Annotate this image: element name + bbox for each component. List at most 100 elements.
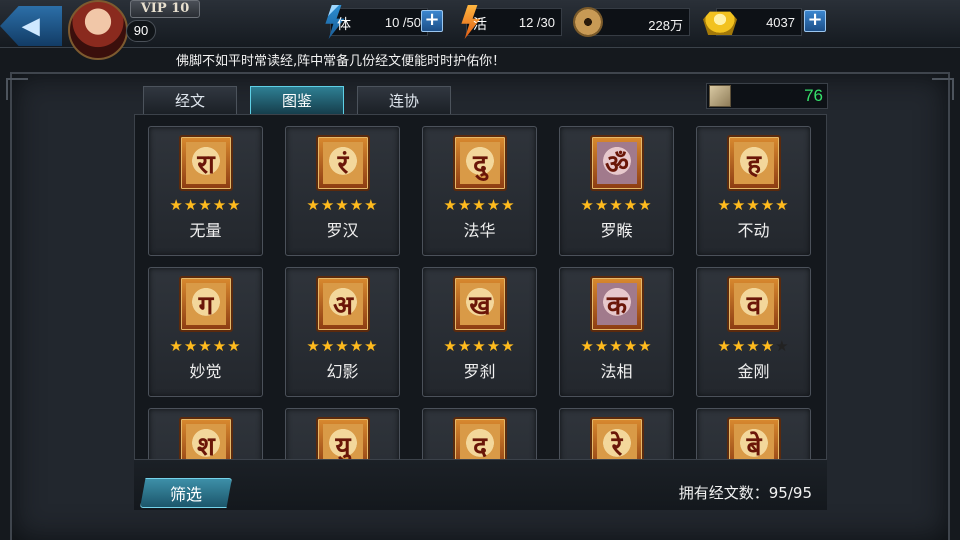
sutra-glyph: श xyxy=(186,424,226,459)
sutra-glyph: रं xyxy=(323,142,363,184)
star-icon: ★ xyxy=(717,337,732,355)
sutra-emblem-icon: ग xyxy=(179,276,233,332)
star-icon: ★ xyxy=(486,337,502,355)
sutra-count-box: 76 xyxy=(706,83,828,109)
sutra-card[interactable]: रा ★★★★★ 无量 xyxy=(148,126,263,256)
star-icon: ★ xyxy=(638,196,653,214)
star-icon: ★ xyxy=(731,196,747,214)
star-icon: ★ xyxy=(457,337,473,355)
sutra-name: 罗刹 xyxy=(463,362,496,381)
sutra-card[interactable]: दु ★★★★★ 法华 xyxy=(422,126,537,256)
sutra-grid[interactable]: रा ★★★★★ 无量 रं ★★★★★ 罗汉 दु ★★★★★ 法华 ॐ ★★★★★ 罗睺 ह ★★★★… xyxy=(134,114,827,460)
sutra-card[interactable]: ॐ ★★★★★ 罗睺 xyxy=(559,126,674,256)
sutra-glyph: दु xyxy=(460,142,500,184)
star-icon: ★ xyxy=(775,337,790,355)
sutra-card[interactable]: रे xyxy=(559,408,674,459)
sutra-card[interactable]: क ★★★★★ 法相 xyxy=(559,267,674,397)
stamina-label: 体 xyxy=(337,16,351,32)
sutra-name: 无量 xyxy=(189,221,222,240)
star-icon: ★ xyxy=(760,337,776,355)
sutra-name: 金刚 xyxy=(737,362,770,381)
star-icon: ★ xyxy=(183,196,199,214)
tab-codex[interactable]: 图鉴 xyxy=(250,86,344,114)
sutra-card[interactable]: ख ★★★★★ 罗刹 xyxy=(422,267,537,397)
sutra-name: 幻影 xyxy=(326,362,359,381)
sutra-card[interactable]: बे xyxy=(696,408,811,459)
announcement-ticker: 佛脚不如平时常读经,阵中常备几份经文便能时时护佑你！ xyxy=(176,54,506,69)
energy-counter: 活 12 /30 xyxy=(461,5,562,39)
sutra-emblem-icon: अ xyxy=(316,276,370,332)
add-gold-button[interactable]: + xyxy=(804,10,826,32)
sutra-card[interactable]: यु xyxy=(285,408,400,459)
star-icon: ★ xyxy=(320,196,336,214)
sutra-emblem-icon: क xyxy=(590,276,644,332)
sutra-emblem-icon: दु xyxy=(453,135,507,191)
star-icon: ★ xyxy=(364,196,379,214)
star-icon: ★ xyxy=(623,196,639,214)
sutra-card[interactable]: द xyxy=(422,408,537,459)
sutra-count-value: 76 xyxy=(804,86,823,105)
sutra-name: 罗睺 xyxy=(600,221,633,240)
star-icon: ★ xyxy=(580,196,595,214)
sutra-card[interactable]: श xyxy=(148,408,263,459)
star-icon: ★ xyxy=(320,337,336,355)
star-icon: ★ xyxy=(169,196,184,214)
star-icon: ★ xyxy=(731,337,747,355)
sutra-glyph: बे xyxy=(734,424,774,459)
sutra-glyph: ग xyxy=(186,283,226,325)
star-icon: ★ xyxy=(306,337,321,355)
star-icon: ★ xyxy=(198,337,213,355)
star-rating: ★★★★★ xyxy=(286,196,399,214)
sutra-name: 法华 xyxy=(463,221,496,240)
sutra-glyph: यु xyxy=(323,424,363,459)
star-icon: ★ xyxy=(501,196,516,214)
back-arrow-icon: ◀ xyxy=(22,13,40,38)
star-icon: ★ xyxy=(198,196,213,214)
star-rating: ★★★★★ xyxy=(286,337,399,355)
sutra-card[interactable]: अ ★★★★★ 幻影 xyxy=(285,267,400,397)
sutra-glyph: ह xyxy=(734,142,774,184)
star-icon: ★ xyxy=(335,337,350,355)
sutra-emblem-icon: द xyxy=(453,417,507,459)
avatar[interactable] xyxy=(68,0,128,60)
vip-badge: VIP 10 xyxy=(130,0,200,18)
sutra-emblem-icon: श xyxy=(179,417,233,459)
star-icon: ★ xyxy=(364,337,379,355)
stamina-counter: 体 10 /50 xyxy=(325,5,428,39)
sutra-card[interactable]: ह ★★★★★ 不动 xyxy=(696,126,811,256)
gold-value: 4037 xyxy=(766,15,795,30)
star-icon: ★ xyxy=(212,196,228,214)
sutra-name: 妙觉 xyxy=(189,362,222,381)
tab-sutra[interactable]: 经文 xyxy=(143,86,237,114)
star-icon: ★ xyxy=(609,337,624,355)
sutra-emblem-icon: ह xyxy=(727,135,781,191)
panel-corner xyxy=(932,78,954,100)
tab-combo[interactable]: 连协 xyxy=(357,86,451,114)
star-rating: ★★★★★ xyxy=(423,337,536,355)
star-icon: ★ xyxy=(443,196,458,214)
sutra-glyph: अ xyxy=(323,283,363,325)
star-icon: ★ xyxy=(349,337,365,355)
star-rating: ★★★★★ xyxy=(423,196,536,214)
star-icon: ★ xyxy=(623,337,639,355)
star-icon: ★ xyxy=(443,337,458,355)
sutra-card[interactable]: ग ★★★★★ 妙觉 xyxy=(148,267,263,397)
star-icon: ★ xyxy=(472,337,487,355)
star-icon: ★ xyxy=(169,337,184,355)
add-stamina-button[interactable]: + xyxy=(421,10,443,32)
star-rating: ★★★★★ xyxy=(697,337,810,355)
star-icon: ★ xyxy=(457,196,473,214)
sutra-emblem-icon: व xyxy=(727,276,781,332)
sutra-emblem-icon: ॐ xyxy=(590,135,644,191)
sutra-card[interactable]: व ★★★★★ 金刚 xyxy=(696,267,811,397)
filter-button[interactable]: 筛选 xyxy=(140,478,232,508)
star-rating: ★★★★★ xyxy=(149,337,262,355)
star-rating: ★★★★★ xyxy=(697,196,810,214)
star-icon: ★ xyxy=(638,337,653,355)
star-icon: ★ xyxy=(501,337,516,355)
panel-corner xyxy=(6,78,28,100)
star-icon: ★ xyxy=(594,337,610,355)
sutra-emblem-icon: बे xyxy=(727,417,781,459)
stamina-value: 10 /50 xyxy=(384,15,421,30)
sutra-card[interactable]: रं ★★★★★ 罗汉 xyxy=(285,126,400,256)
